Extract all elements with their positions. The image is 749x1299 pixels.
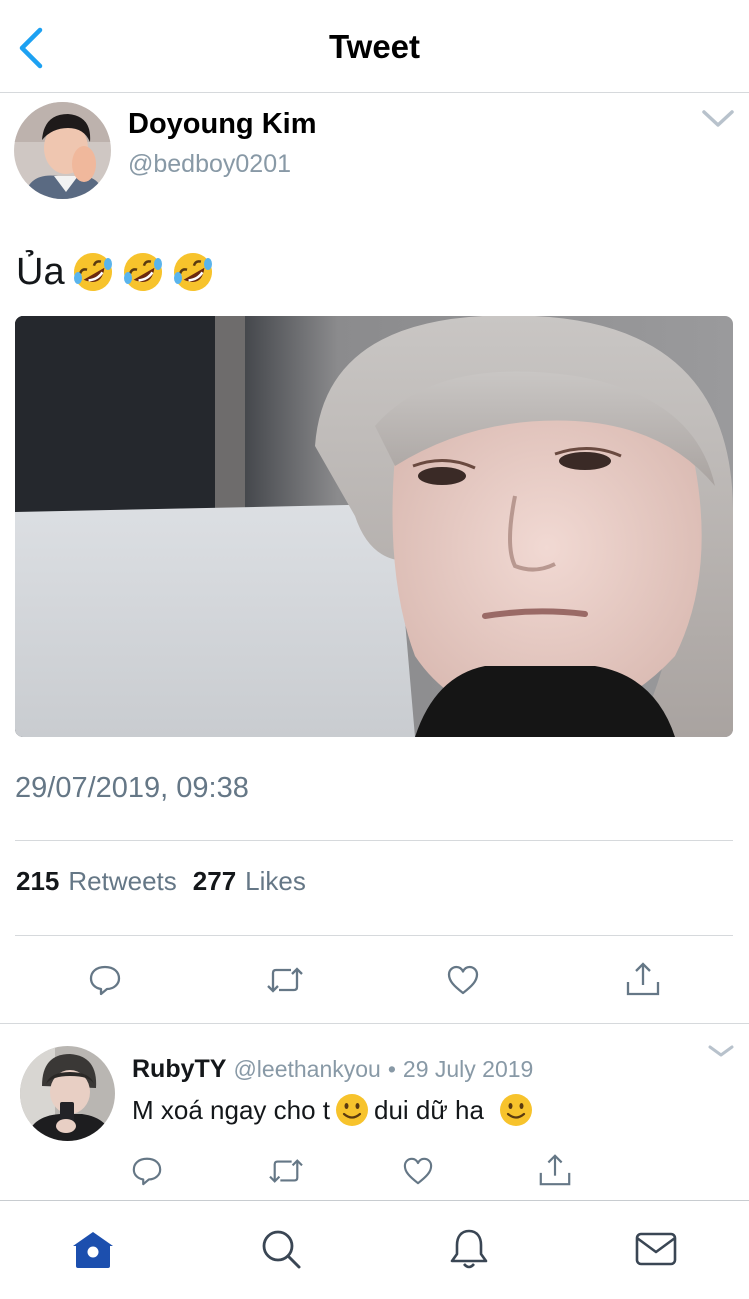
tweet-stats: 215 Retweets 277 Likes xyxy=(16,866,322,897)
retweets-stat[interactable]: 215 Retweets xyxy=(16,866,177,897)
slightly-smiling-emoji-icon xyxy=(336,1094,368,1126)
retweets-count: 215 xyxy=(16,866,60,896)
reply-text-part: dui dữ ha xyxy=(374,1094,484,1125)
divider xyxy=(0,1023,749,1024)
tweet-media-image[interactable] xyxy=(15,316,733,737)
like-button[interactable] xyxy=(443,960,483,1000)
divider xyxy=(15,840,733,841)
reply-share-button[interactable] xyxy=(536,1151,574,1189)
reply-retweet-button[interactable] xyxy=(266,1153,306,1189)
comment-icon xyxy=(89,965,121,996)
reply-header: RubyTY @leethankyou • 29 July 2019 xyxy=(132,1055,533,1084)
bell-icon xyxy=(450,1229,488,1269)
page-title: Tweet xyxy=(328,28,421,65)
reply-author-avatar[interactable] xyxy=(20,1046,115,1141)
tweet-text: Ủa xyxy=(16,250,215,294)
retweet-icon xyxy=(269,1159,303,1183)
author-name[interactable]: Doyoung Kim xyxy=(128,108,317,141)
reply-like-button[interactable] xyxy=(400,1153,436,1189)
reply-button[interactable] xyxy=(85,960,125,1000)
share-icon xyxy=(626,962,660,996)
author-handle[interactable]: @bedboy0201 xyxy=(128,150,291,179)
share-icon xyxy=(539,1154,571,1186)
divider xyxy=(15,935,733,936)
retweet-icon xyxy=(267,967,303,993)
heart-icon xyxy=(403,1157,433,1185)
likes-label: Likes xyxy=(245,866,306,896)
likes-stat[interactable]: 277 Likes xyxy=(193,866,306,897)
reply-text: M xoá ngay cho t dui dữ ha xyxy=(132,1092,534,1128)
author-avatar[interactable] xyxy=(14,102,111,199)
tweet-timestamp: 29/07/2019, 09:38 xyxy=(15,772,249,804)
reply-text-part: M xoá ngay cho t xyxy=(132,1094,330,1125)
search-icon xyxy=(262,1230,301,1269)
rolling-laughing-emoji-icon xyxy=(73,253,112,291)
tab-notifications[interactable] xyxy=(442,1224,496,1274)
tab-home[interactable] xyxy=(66,1224,120,1274)
tweet-text-content: Ủa xyxy=(16,250,65,293)
rolling-laughing-emoji-icon xyxy=(123,253,162,291)
tweet-menu-button[interactable] xyxy=(700,104,736,132)
retweets-label: Retweets xyxy=(68,866,177,896)
tab-search[interactable] xyxy=(254,1224,308,1274)
likes-count: 277 xyxy=(192,866,237,896)
home-icon xyxy=(73,1232,113,1268)
reply-menu-button[interactable] xyxy=(706,1040,736,1062)
heart-icon xyxy=(447,965,479,995)
mail-icon xyxy=(635,1232,677,1266)
tab-messages[interactable] xyxy=(629,1224,683,1274)
slightly-smiling-emoji-icon xyxy=(499,1094,532,1126)
share-button[interactable] xyxy=(622,958,664,1000)
rolling-laughing-emoji-icon xyxy=(173,253,212,291)
retweet-button[interactable] xyxy=(263,960,307,1000)
reply-author-name[interactable]: RubyTY xyxy=(132,1055,226,1084)
chevron-down-icon xyxy=(708,1045,734,1057)
meta-separator: • xyxy=(387,1056,396,1082)
comment-icon xyxy=(132,1157,162,1186)
reply-date: 29 July 2019 xyxy=(402,1056,534,1082)
reply-author-handle[interactable]: @leethankyou xyxy=(233,1056,380,1083)
reply-reply-button[interactable] xyxy=(129,1153,165,1189)
chevron-down-icon xyxy=(702,110,734,127)
